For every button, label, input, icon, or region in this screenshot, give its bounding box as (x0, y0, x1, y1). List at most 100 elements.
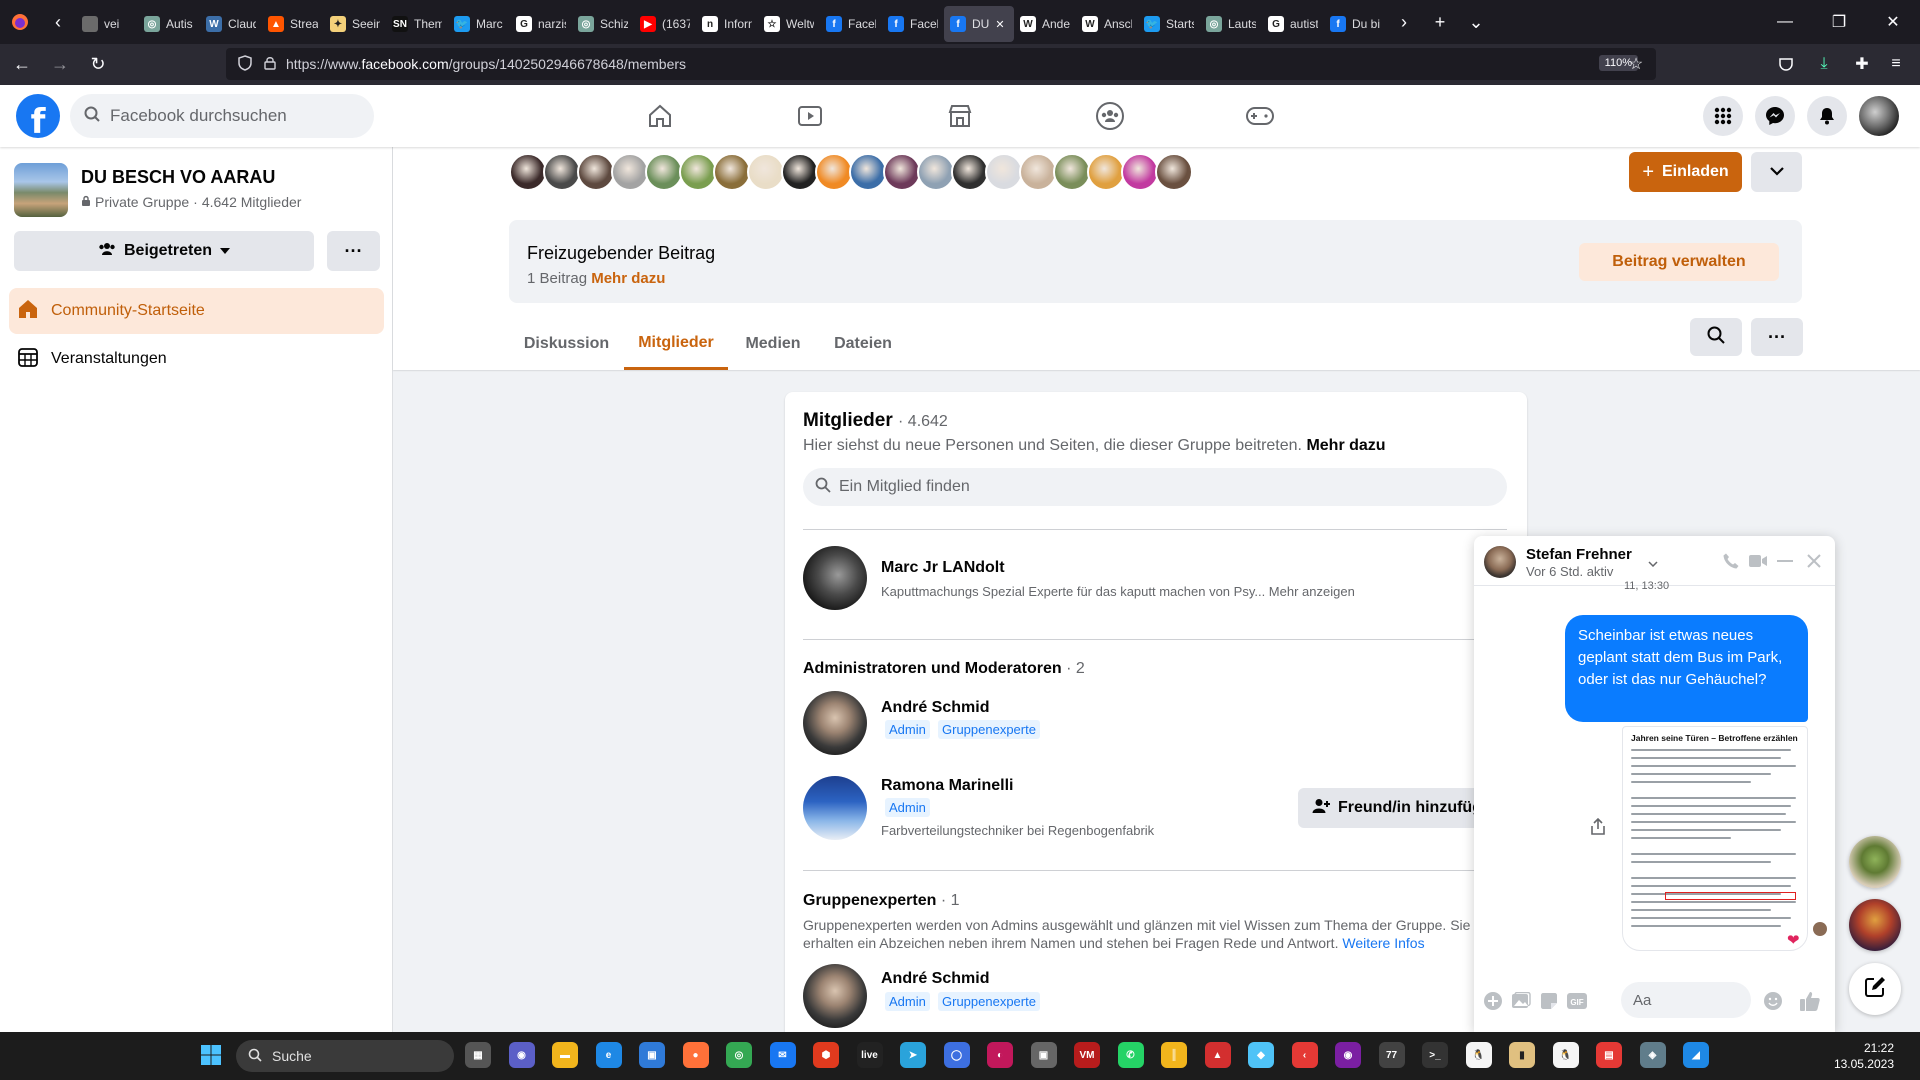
app-menu-icon[interactable]: ≡ (1880, 48, 1912, 80)
member-avatar[interactable] (781, 153, 819, 191)
avatar[interactable] (803, 691, 867, 755)
photo-icon[interactable] (1510, 990, 1532, 1012)
url-bar[interactable]: https://www. facebook.com/groups/14025029… (226, 48, 1656, 80)
plus-circle-icon[interactable] (1482, 990, 1504, 1012)
avatar[interactable] (803, 776, 867, 840)
member-avatar[interactable] (509, 153, 547, 191)
group-thumbnail[interactable] (14, 163, 68, 217)
avatar[interactable] (803, 546, 867, 610)
gif-icon[interactable]: GIF (1566, 990, 1588, 1012)
back-icon[interactable]: ← (6, 49, 38, 81)
browser-tab[interactable]: 🐦 Marc (448, 6, 510, 42)
tab-members[interactable]: Mitglieder (624, 318, 728, 370)
chat-image-message[interactable]: Jahren seine Türen – Betroffene erzählen (1622, 726, 1808, 951)
facebook-search[interactable]: Facebook durchsuchen (70, 94, 374, 138)
avatar[interactable] (803, 964, 867, 1028)
avatar[interactable] (1484, 546, 1516, 578)
tab-files[interactable]: Dateien (818, 318, 908, 370)
messenger-icon[interactable] (1755, 96, 1795, 136)
video-call-icon[interactable] (1747, 550, 1769, 572)
member-avatar[interactable] (1053, 153, 1091, 191)
taskbar-app-icon[interactable]: ▲ (1204, 1042, 1231, 1068)
taskbar-clock[interactable]: 21:22 13.05.2023 (1834, 1040, 1894, 1072)
taskbar-app-icon[interactable]: ✉ (769, 1042, 796, 1068)
phone-icon[interactable] (1720, 550, 1742, 572)
group-member-count[interactable]: 4.642 Mitglieder (202, 194, 302, 210)
browser-tab[interactable]: n Inforn (696, 6, 758, 42)
browser-tab[interactable]: ◎ Schiz (572, 6, 634, 42)
taskbar-app-icon[interactable]: ◉ (1335, 1042, 1361, 1068)
taskbar-app-icon[interactable]: ◯ (943, 1042, 970, 1068)
chat-message-bubble[interactable]: Scheinbar ist etwas neues geplant statt … (1565, 615, 1808, 722)
taskbar-app-icon[interactable]: ▦ (465, 1042, 491, 1068)
close-tab-icon[interactable]: ✕ (995, 18, 1004, 31)
marketplace-icon[interactable] (905, 93, 1015, 139)
taskbar-app-icon[interactable]: ● (682, 1042, 709, 1068)
browser-tab[interactable]: vei (76, 6, 138, 42)
browser-tab[interactable]: ▲ Strea (262, 6, 324, 42)
chevron-down-icon[interactable] (1642, 553, 1664, 575)
member-avatar[interactable] (713, 153, 751, 191)
admin-badge[interactable]: Admin (885, 992, 930, 1011)
member-avatar[interactable] (951, 153, 989, 191)
chat-header[interactable]: Stefan Frehner Vor 6 Std. aktiv (1474, 536, 1835, 586)
member-name[interactable]: Ramona Marinelli (881, 777, 1013, 795)
restore-window-icon[interactable]: ❐ (1812, 12, 1866, 32)
taskbar-app-icon[interactable]: ◢ (1683, 1042, 1709, 1068)
member-avatar[interactable] (1087, 153, 1125, 191)
invite-more-button[interactable] (1751, 152, 1802, 192)
taskbar-app-icon[interactable]: e (595, 1042, 622, 1068)
firefox-menu-icon[interactable] (0, 13, 40, 31)
browser-tab[interactable]: f Faceb (820, 6, 882, 42)
sidebar-item-community-home[interactable]: Community-Startseite (9, 288, 384, 334)
windows-start-icon[interactable] (198, 1042, 224, 1068)
taskbar-app-icon[interactable]: VM (1074, 1042, 1100, 1068)
taskbar-app-icon[interactable]: >_ (1422, 1042, 1448, 1068)
browser-tab[interactable]: W Ander (1014, 6, 1076, 42)
group-options-button[interactable]: ··· (1751, 318, 1803, 356)
taskbar-app-icon[interactable]: ◆ (1248, 1042, 1274, 1068)
taskbar-app-icon[interactable]: ║ (1161, 1042, 1187, 1068)
group-name[interactable]: DU BESCH VO AARAU (81, 167, 275, 188)
taskbar-app-icon[interactable]: ‹ (1291, 1042, 1318, 1068)
share-icon[interactable] (1590, 817, 1606, 841)
taskbar-app-icon[interactable]: ▤ (1596, 1042, 1622, 1068)
expert-badge[interactable]: Gruppenexperte (938, 992, 1040, 1011)
members-more-link[interactable]: Mehr dazu (1306, 437, 1385, 454)
forward-icon[interactable]: → (44, 49, 76, 81)
group-more-button[interactable]: ··· (327, 231, 380, 271)
gaming-icon[interactable] (1205, 93, 1315, 139)
member-avatar[interactable] (1019, 153, 1057, 191)
browser-tab[interactable]: ▶ (1637 (634, 6, 696, 42)
taskbar-app-icon[interactable]: ◎ (726, 1042, 752, 1068)
taskbar-app-icon[interactable]: ⬢ (813, 1042, 839, 1068)
scroll-tabs-right-icon[interactable]: › (1386, 12, 1422, 33)
taskbar-app-icon[interactable]: ◈ (1639, 1042, 1666, 1068)
invite-button[interactable]: + Einladen (1629, 152, 1742, 192)
menu-grid-icon[interactable] (1703, 96, 1743, 136)
member-name[interactable]: André Schmid (881, 970, 989, 988)
member-avatar[interactable] (815, 153, 853, 191)
chat-head-avatar[interactable] (1849, 836, 1901, 888)
member-name[interactable]: Marc Jr LANdolt (881, 559, 1005, 577)
downloads-icon[interactable]: ⤓ (1808, 48, 1840, 80)
close-icon[interactable] (1803, 550, 1825, 572)
minimize-window-icon[interactable]: — (1758, 13, 1812, 31)
browser-tab[interactable]: W Claud (200, 6, 262, 42)
pending-post-more-link[interactable]: Mehr dazu (591, 270, 665, 287)
group-search-button[interactable] (1690, 318, 1742, 356)
groups-icon[interactable] (1055, 93, 1165, 139)
taskbar-app-icon[interactable]: ➤ (900, 1042, 926, 1068)
list-tabs-icon[interactable]: ⌄ (1458, 12, 1494, 33)
member-avatar[interactable] (543, 153, 581, 191)
watch-icon[interactable] (755, 93, 865, 139)
member-avatar[interactable] (1121, 153, 1159, 191)
taskbar-app-icon[interactable]: ◉ (508, 1042, 535, 1068)
member-avatar[interactable] (679, 153, 717, 191)
emoji-icon[interactable] (1762, 990, 1784, 1012)
facebook-logo[interactable]: f (16, 94, 60, 138)
taskbar-app-icon[interactable]: 77 (1378, 1042, 1405, 1068)
member-avatar[interactable] (985, 153, 1023, 191)
reload-icon[interactable]: ↻ (82, 49, 114, 81)
member-avatar[interactable] (917, 153, 955, 191)
